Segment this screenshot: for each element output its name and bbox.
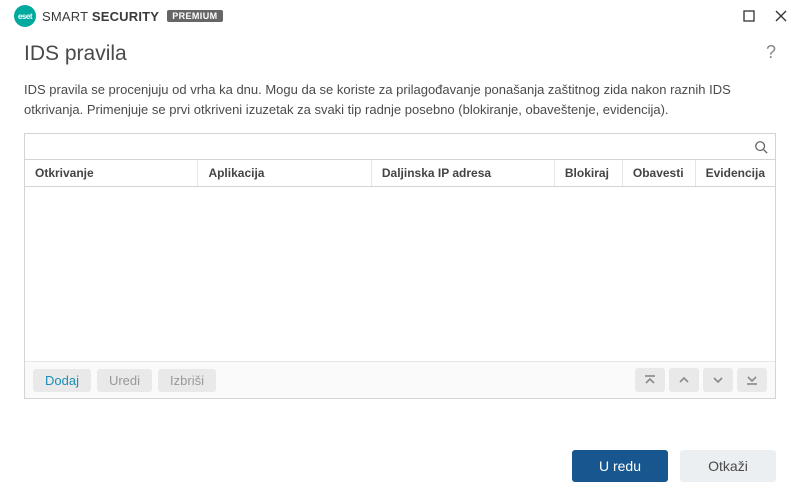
search-icon — [754, 140, 768, 154]
brand-badge: PREMIUM — [167, 10, 222, 22]
chevron-top-icon — [643, 373, 657, 387]
cancel-button[interactable]: Otkaži — [680, 450, 776, 482]
chevron-down-icon — [711, 373, 725, 387]
chevron-bottom-icon — [745, 373, 759, 387]
close-button[interactable] — [772, 7, 790, 25]
chevron-up-icon — [677, 373, 691, 387]
brand-bold: SECURITY — [92, 9, 159, 24]
column-block[interactable]: Blokiraj — [555, 160, 623, 186]
rules-panel: Otkrivanje Aplikacija Daljinska IP adres… — [24, 133, 776, 399]
add-button[interactable]: Dodaj — [33, 369, 91, 392]
header: IDS pravila ? — [0, 32, 800, 72]
search-input[interactable] — [25, 135, 747, 158]
description: IDS pravila se procenjuju od vrha ka dnu… — [0, 72, 800, 133]
close-icon — [775, 10, 787, 22]
move-top-button[interactable] — [635, 368, 665, 392]
brand-text: SMART SECURITY — [42, 9, 159, 24]
column-notify[interactable]: Obavesti — [623, 160, 696, 186]
delete-button[interactable]: Izbriši — [158, 369, 216, 392]
move-bottom-button[interactable] — [737, 368, 767, 392]
brand-prefix: SMART — [42, 9, 92, 24]
page-title: IDS pravila — [24, 42, 127, 66]
maximize-icon — [743, 10, 755, 22]
column-remote-ip[interactable]: Daljinska IP adresa — [372, 160, 555, 186]
edit-button[interactable]: Uredi — [97, 369, 152, 392]
window-controls — [740, 7, 790, 25]
titlebar: eset SMART SECURITY PREMIUM — [0, 0, 800, 32]
move-down-button[interactable] — [703, 368, 733, 392]
move-up-button[interactable] — [669, 368, 699, 392]
search-button[interactable] — [747, 140, 775, 154]
column-application[interactable]: Aplikacija — [198, 160, 371, 186]
search-row — [25, 134, 775, 160]
help-button[interactable]: ? — [766, 42, 776, 63]
left-actions: Dodaj Uredi Izbriši — [33, 369, 216, 392]
dialog-footer: U redu Otkaži — [0, 432, 800, 500]
reorder-actions — [635, 368, 767, 392]
panel-footer: Dodaj Uredi Izbriši — [25, 361, 775, 398]
table-header: Otkrivanje Aplikacija Daljinska IP adres… — [25, 160, 775, 187]
brand: eset SMART SECURITY PREMIUM — [14, 5, 223, 27]
column-log[interactable]: Evidencija — [696, 160, 775, 186]
brand-logo: eset — [14, 5, 36, 27]
ok-button[interactable]: U redu — [572, 450, 668, 482]
maximize-button[interactable] — [740, 7, 758, 25]
column-detection[interactable]: Otkrivanje — [25, 160, 198, 186]
table-body — [25, 187, 775, 361]
